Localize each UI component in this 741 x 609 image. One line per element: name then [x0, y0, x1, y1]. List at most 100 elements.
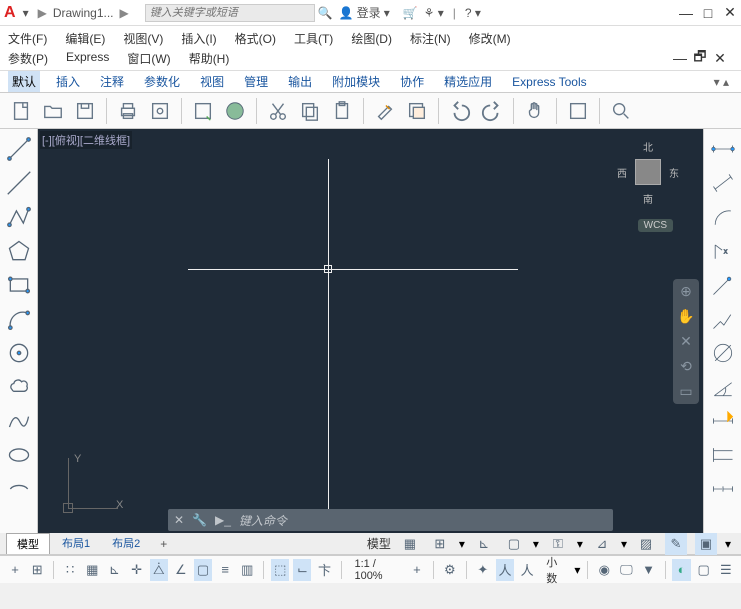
ribbon-tab[interactable]: 精选应用: [440, 71, 496, 92]
sb-snap-icon[interactable]: ∷: [61, 559, 79, 581]
sb-dyn-icon[interactable]: ⬚: [271, 559, 289, 581]
dropdown-icon[interactable]: ▾: [23, 6, 29, 20]
sb-ucs-icon[interactable]: ⌙: [293, 559, 311, 581]
annotation-scale-icon[interactable]: ⊿: [591, 533, 613, 555]
command-line[interactable]: ✕ 🔧 ▶_ 键入命令: [168, 509, 613, 531]
sb-zoom-plus-icon[interactable]: +: [408, 559, 426, 581]
sb-osnap-icon[interactable]: ∠: [172, 559, 190, 581]
menu-item[interactable]: 参数(P): [8, 50, 48, 67]
model-space-button[interactable]: 模型: [367, 535, 391, 552]
line-tool[interactable]: [3, 133, 35, 165]
sb-anno2-icon[interactable]: 人: [496, 559, 514, 581]
document-name[interactable]: Drawing1...: [53, 6, 114, 20]
layout-tab[interactable]: 布局2: [102, 533, 150, 554]
new-button[interactable]: [6, 96, 36, 126]
view-cube[interactable]: 北 南 东 西: [613, 137, 683, 207]
quick-dim-tool[interactable]: [707, 405, 739, 437]
sb-plus-icon[interactable]: +: [6, 559, 24, 581]
undo-button[interactable]: [445, 96, 475, 126]
maximize-button[interactable]: □: [701, 6, 715, 20]
nav-zoom-icon[interactable]: ✕: [680, 333, 692, 350]
cmd-tools-icon[interactable]: 🔧: [192, 513, 207, 527]
publish-button[interactable]: [188, 96, 218, 126]
redo-button[interactable]: [477, 96, 507, 126]
dim-linear-tool[interactable]: [707, 133, 739, 165]
minimize-button[interactable]: —: [679, 6, 693, 20]
polyline-tool[interactable]: [3, 201, 35, 233]
layout-tab[interactable]: 模型: [6, 533, 50, 554]
block-button[interactable]: [402, 96, 432, 126]
wcs-label[interactable]: WCS: [638, 219, 673, 232]
ribbon-tab[interactable]: Express Tools: [508, 73, 590, 91]
ribbon-tab[interactable]: 插入: [52, 71, 84, 92]
menu-item[interactable]: 插入(I): [181, 30, 216, 47]
circle-tool[interactable]: [3, 337, 35, 369]
doc-close-button[interactable]: ✕: [713, 51, 727, 65]
dim-angular-tool[interactable]: [707, 371, 739, 403]
cart-icon[interactable]: 🛒: [403, 6, 418, 20]
paste-button[interactable]: [327, 96, 357, 126]
snap-perp-icon[interactable]: ⊾: [473, 533, 495, 555]
sb-ortho-icon[interactable]: ⊾: [105, 559, 123, 581]
tab-overflow-icon[interactable]: ▾ ▴: [714, 75, 741, 89]
ribbon-tab[interactable]: 参数化: [140, 71, 184, 92]
ellipse-arc-tool[interactable]: [3, 473, 35, 505]
user-icon[interactable]: 👤: [339, 6, 354, 20]
nav-pan-icon[interactable]: ✋: [677, 308, 694, 325]
grid-icon[interactable]: ▦: [399, 533, 421, 555]
dim-baseline-tool[interactable]: [707, 439, 739, 471]
copy-button[interactable]: [295, 96, 325, 126]
sb-3dosnap-icon[interactable]: 卞: [315, 559, 333, 581]
sb-otrack-icon[interactable]: ▢: [194, 559, 212, 581]
menu-item[interactable]: 修改(M): [469, 30, 511, 47]
match-prop-button[interactable]: [370, 96, 400, 126]
layout-tab[interactable]: 布局1: [52, 533, 100, 554]
login-link[interactable]: 登录: [357, 4, 381, 21]
add-layout-button[interactable]: +: [152, 535, 175, 553]
zoom-level[interactable]: 1:1 / 100%: [354, 558, 397, 582]
ribbon-tab[interactable]: 协作: [396, 71, 428, 92]
sb-hwaccel-icon[interactable]: ◐: [672, 559, 690, 581]
cut-button[interactable]: [263, 96, 293, 126]
arc-tool[interactable]: [3, 303, 35, 335]
doc-minimize-button[interactable]: —: [673, 51, 687, 65]
sb-anno3-icon[interactable]: 人: [518, 559, 536, 581]
sb-polar-icon[interactable]: ✛: [128, 559, 146, 581]
ribbon-tab[interactable]: 视图: [196, 71, 228, 92]
sb-iso-icon[interactable]: ⧊: [150, 559, 168, 581]
ellipse-tool[interactable]: [3, 439, 35, 471]
pan-button[interactable]: [520, 96, 550, 126]
lock-icon[interactable]: ⚿: [547, 533, 569, 555]
share-icon[interactable]: ⚘ ▾: [424, 6, 444, 20]
construction-line-tool[interactable]: [3, 167, 35, 199]
revision-cloud-tool[interactable]: [3, 371, 35, 403]
sb-anno-icon[interactable]: ✦: [474, 559, 492, 581]
grid2-icon[interactable]: ⊞: [429, 533, 451, 555]
sb-clean-icon[interactable]: ▢: [695, 559, 713, 581]
decimal-label[interactable]: 小数: [546, 554, 564, 586]
ribbon-tab[interactable]: 注释: [96, 71, 128, 92]
print-button[interactable]: [113, 96, 143, 126]
viewport-label[interactable]: [-][俯视][二维线框]: [40, 131, 132, 149]
menu-item[interactable]: 文件(F): [8, 30, 47, 47]
menu-item[interactable]: 窗口(W): [127, 50, 170, 67]
close-button[interactable]: ✕: [723, 6, 737, 20]
navigation-bar[interactable]: ⊕ ✋ ✕ ⟲ ▭: [673, 279, 699, 404]
menu-item[interactable]: 绘图(D): [351, 30, 392, 47]
search-input[interactable]: [145, 4, 315, 22]
menu-item[interactable]: 帮助(H): [189, 50, 230, 67]
zoom-button[interactable]: [606, 96, 636, 126]
menu-item[interactable]: 视图(V): [123, 30, 163, 47]
doc-restore-button[interactable]: 🗗: [693, 51, 707, 65]
menu-item[interactable]: 工具(T): [294, 30, 333, 47]
cmd-input[interactable]: 键入命令: [239, 512, 287, 529]
dropdown-icon[interactable]: ▾: [384, 6, 390, 20]
ribbon-tab[interactable]: 输出: [284, 71, 316, 92]
cmd-close-icon[interactable]: ✕: [174, 513, 184, 527]
save-button[interactable]: [70, 96, 100, 126]
ribbon-tab[interactable]: 管理: [240, 71, 272, 92]
ribbon-tab[interactable]: 附加模块: [328, 71, 384, 92]
menu-item[interactable]: Express: [66, 50, 109, 67]
menu-item[interactable]: 编辑(E): [65, 30, 105, 47]
dim-aligned-tool[interactable]: [707, 167, 739, 199]
